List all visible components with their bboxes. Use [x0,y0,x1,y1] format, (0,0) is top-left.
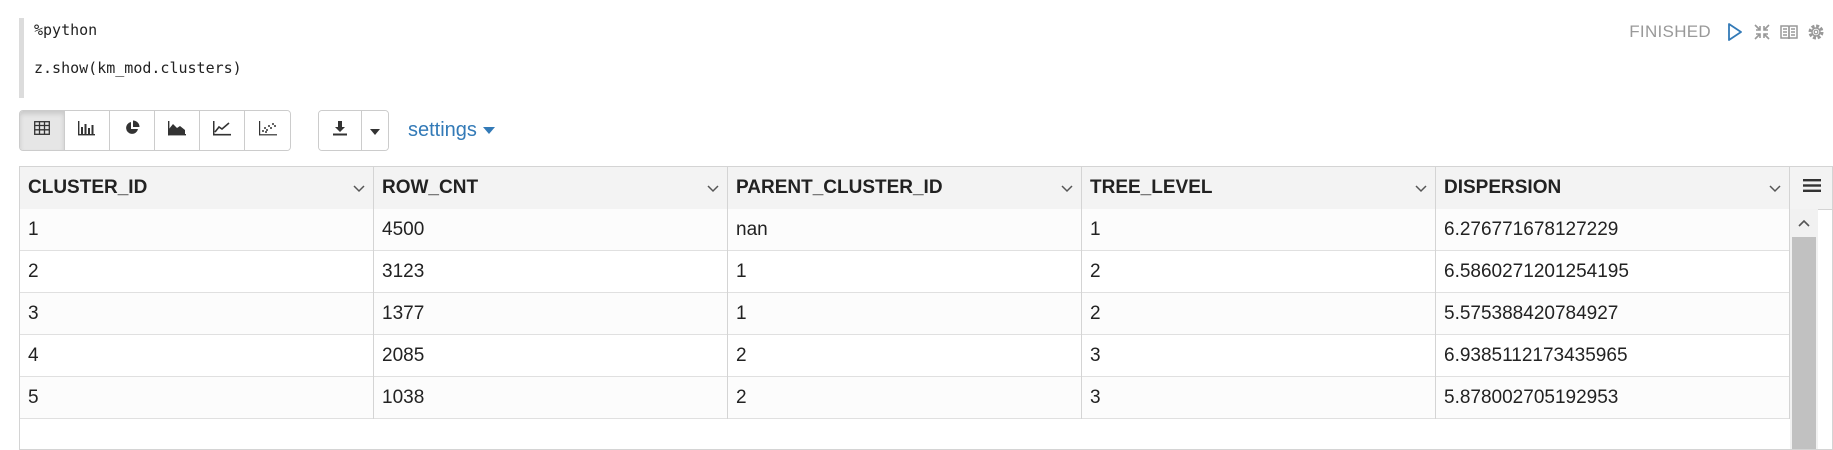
line-chart-icon [212,120,231,141]
table-icon [34,121,50,140]
download-icon [332,120,348,141]
column-header-label: ROW_CNT [382,177,479,198]
bar-chart-button[interactable] [65,111,110,150]
table-row: 1 4500 nan 1 6.276771678127229 [20,209,1790,251]
table-cell: 2 [1082,293,1436,335]
table-cell: 5 [20,377,374,419]
table-cell: 4500 [374,209,728,251]
table-cell: 5.575388420784927 [1436,293,1790,335]
gear-icon[interactable] [1806,22,1826,42]
column-header[interactable]: ROW_CNT [374,167,728,209]
table-row: 2 3123 1 2 6.5860271201254195 [20,251,1790,293]
visualization-toolbar: settings [19,110,495,151]
line-chart-button[interactable] [200,111,245,150]
column-header-label: DISPERSION [1444,177,1562,198]
column-header[interactable]: CLUSTER_ID [20,167,374,209]
vertical-scrollbar[interactable] [1790,209,1818,449]
table-body: 1 4500 nan 1 6.276771678127229 2 3123 1 … [20,209,1790,419]
table-cell: 3 [1082,335,1436,377]
download-options-button[interactable] [362,111,388,150]
column-header-label: PARENT_CLUSTER_ID [736,177,943,198]
chart-type-buttons [19,110,291,151]
chevron-down-icon[interactable] [1061,177,1073,199]
bar-chart-icon [78,120,96,141]
table-row: 5 1038 2 3 5.878002705192953 [20,377,1790,419]
code-editor[interactable]: %python z.show(km_mod.clusters) [19,18,242,98]
table-cell: 5.878002705192953 [1436,377,1790,419]
table-cell: 2085 [374,335,728,377]
table-cell: 1 [728,251,1082,293]
run-icon[interactable] [1725,22,1745,42]
pie-chart-button[interactable] [110,111,155,150]
table-cell: 1038 [374,377,728,419]
chevron-down-icon [370,122,380,140]
results-table: CLUSTER_ID ROW_CNT PARENT_CLUSTER_ID TRE… [19,166,1833,450]
table-view-button[interactable] [20,111,65,150]
hamburger-menu-icon [1803,178,1821,198]
scatter-chart-icon [258,120,277,141]
table-cell: 3 [20,293,374,335]
notebook-paragraph: %python z.show(km_mod.clusters) FINISHED [0,0,1833,450]
table-cell: 2 [20,251,374,293]
table-cell: 6.276771678127229 [1436,209,1790,251]
table-cell: 3123 [374,251,728,293]
code-line: z.show(km_mod.clusters) [34,59,242,77]
caret-down-icon [482,127,495,134]
table-cell: 2 [1082,251,1436,293]
chevron-down-icon[interactable] [1769,177,1781,199]
download-button-group [318,110,389,151]
code-line: %python [34,21,98,39]
table-cell: 6.9385112173435965 [1436,335,1790,377]
table-cell: 2 [728,335,1082,377]
table-cell: 4 [20,335,374,377]
table-cell: 6.5860271201254195 [1436,251,1790,293]
table-cell: nan [728,209,1082,251]
table-cell: 1 [20,209,374,251]
pie-chart-icon [124,120,140,141]
area-chart-button[interactable] [155,111,200,150]
column-header-label: CLUSTER_ID [28,177,148,198]
table-header: CLUSTER_ID ROW_CNT PARENT_CLUSTER_ID TRE… [20,167,1790,210]
column-header[interactable]: TREE_LEVEL [1082,167,1436,209]
status-label: FINISHED [1629,22,1711,41]
table-row: 3 1377 1 2 5.575388420784927 [20,293,1790,335]
table-cell: 1 [728,293,1082,335]
column-header-label: TREE_LEVEL [1090,177,1213,198]
settings-label: settings [408,119,477,141]
scatter-chart-button[interactable] [245,111,290,150]
column-header[interactable]: DISPERSION [1436,167,1790,209]
chevron-down-icon[interactable] [353,177,365,199]
scrollbar-thumb[interactable] [1792,237,1816,449]
table-cell: 3 [1082,377,1436,419]
grid-menu-button[interactable] [1790,167,1832,210]
table-cell: 1377 [374,293,728,335]
area-chart-icon [168,120,186,141]
table-row: 4 2085 2 3 6.9385112173435965 [20,335,1790,377]
table-cell: 2 [728,377,1082,419]
download-button[interactable] [319,111,362,150]
collapse-icon[interactable] [1752,22,1772,42]
book-icon[interactable] [1779,22,1799,42]
table-cell: 1 [1082,209,1436,251]
scroll-up-arrow-icon[interactable] [1790,209,1818,237]
column-header[interactable]: PARENT_CLUSTER_ID [728,167,1082,209]
chevron-down-icon[interactable] [707,177,719,199]
paragraph-controls: FINISHED [1629,22,1833,42]
settings-link[interactable]: settings [408,119,495,142]
chevron-down-icon[interactable] [1415,177,1427,199]
